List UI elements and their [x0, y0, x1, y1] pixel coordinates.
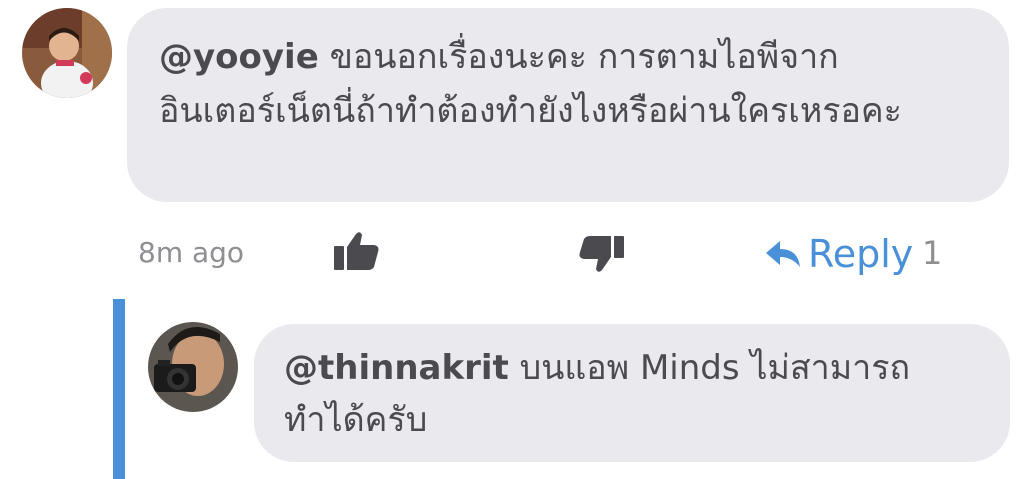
reply-author-mention[interactable]: @thinnakrit — [284, 348, 509, 388]
comment-timestamp: 8m ago — [138, 236, 245, 269]
thumbs-down-icon — [579, 236, 624, 272]
reply-avatar[interactable] — [148, 322, 238, 412]
thread-indicator — [113, 299, 125, 479]
reply-bubble: @thinnakrit บนแอพ Minds ไม่สามารถทำได้คร… — [254, 324, 1010, 462]
thumbs-up-icon — [334, 232, 379, 270]
reply-label: Reply — [808, 232, 914, 276]
dislike-button[interactable] — [578, 234, 624, 274]
comment-bubble: @yooyie ขอนอกเรื่องนะคะ การตามไอพีจากอิน… — [127, 8, 1009, 202]
reply-count: 1 — [922, 234, 943, 272]
reply-arrow-icon — [766, 241, 800, 267]
reply-button[interactable]: Reply — [766, 232, 913, 276]
author-mention[interactable]: @yooyie — [159, 37, 319, 77]
comment-text: @yooyie ขอนอกเรื่องนะคะ การตามไอพีจากอิน… — [159, 30, 975, 138]
comment-avatar[interactable] — [22, 8, 112, 98]
like-button[interactable] — [334, 230, 380, 272]
reply-text: @thinnakrit บนแอพ Minds ไม่สามารถทำได้คร… — [284, 342, 980, 446]
